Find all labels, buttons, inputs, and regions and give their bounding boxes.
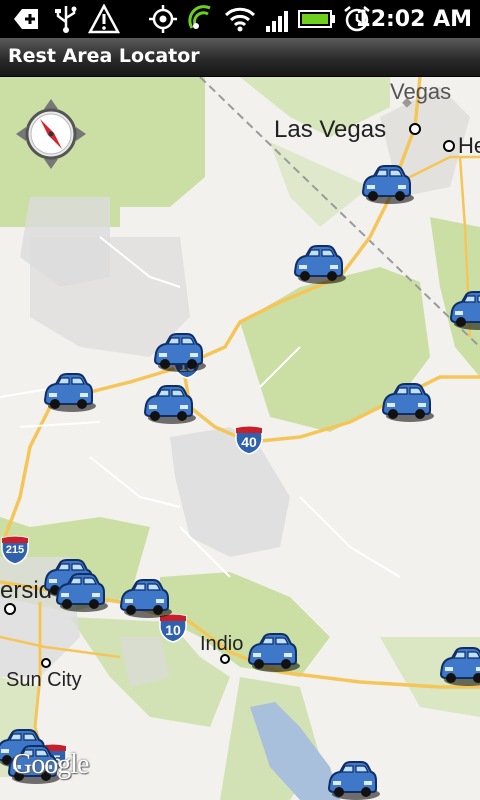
map-label-indio: Indio [200, 633, 244, 655]
car-icon [247, 633, 300, 672]
car-icon [143, 385, 196, 424]
warning-icon [88, 4, 120, 34]
interstate-shield-215-label: 215 [5, 544, 25, 556]
car-icon [293, 245, 346, 284]
rest-area-marker-15[interactable] [324, 759, 380, 800]
rest-area-marker-11[interactable] [244, 631, 300, 675]
rest-area-marker-9[interactable] [52, 571, 108, 615]
interstate-shield-40-label: 40 [241, 434, 257, 450]
car-icon [381, 383, 434, 422]
title-bar: Rest Area Locator [0, 38, 480, 77]
car-icon [119, 579, 172, 618]
map-label-vegas: Vegas [390, 79, 452, 104]
car-icon [43, 373, 96, 412]
interstate-shield-215: 215 [0, 535, 30, 565]
car-icon [439, 647, 480, 686]
notification-plus-icon [14, 9, 38, 29]
rest-area-marker-7[interactable] [378, 381, 434, 425]
status-time: 12:02 AM [355, 7, 472, 32]
rest-area-marker-6[interactable] [140, 383, 196, 427]
interstate-shield-10-label: 10 [165, 622, 181, 638]
car-icon [55, 573, 108, 612]
compass-icon[interactable] [14, 97, 88, 171]
usb-icon [55, 6, 77, 33]
car-icon [153, 333, 206, 372]
google-attribution-logo: Google [12, 749, 89, 780]
rest-area-marker-3[interactable] [446, 289, 480, 333]
rest-area-marker-2[interactable] [290, 243, 346, 287]
rest-area-marker-5[interactable] [40, 371, 96, 415]
signal-icon [266, 11, 288, 32]
map-label-las-vegas: Las Vegas [274, 116, 387, 143]
car-icon [361, 165, 414, 204]
interstate-shield-40: 40 [234, 425, 264, 455]
sync-icon [188, 5, 211, 30]
rest-area-marker-10[interactable] [116, 577, 172, 621]
car-icon [327, 761, 380, 800]
battery-icon [298, 10, 335, 28]
gps-icon [149, 5, 177, 33]
rest-area-marker-1[interactable] [358, 163, 414, 207]
rest-area-marker-12[interactable] [436, 645, 480, 689]
map-label-sun-city: Sun City [6, 669, 82, 691]
status-bar: 12:02 AM [0, 0, 480, 38]
car-icon [449, 291, 480, 330]
app-title: Rest Area Locator [8, 45, 200, 67]
wifi-icon [224, 7, 256, 32]
rest-area-marker-4[interactable] [150, 331, 206, 375]
map-view[interactable]: Vegas Las Vegas He ersid Indio Sun City … [0, 77, 480, 800]
map-label-henderson: He [458, 133, 480, 158]
